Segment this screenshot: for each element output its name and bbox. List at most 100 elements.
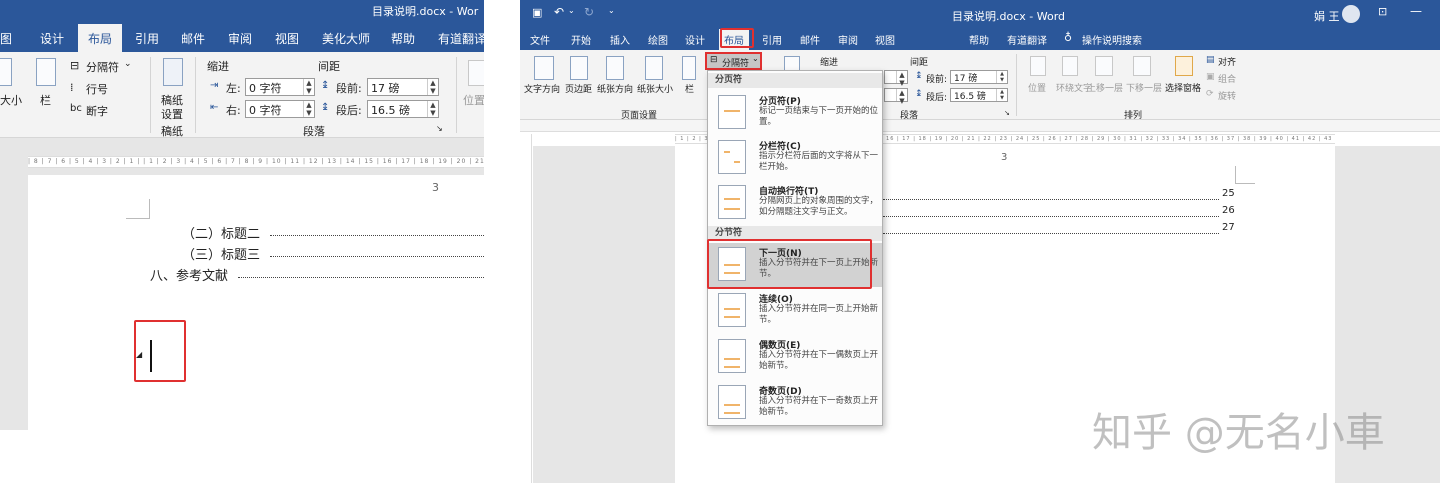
spacing-after-input[interactable]: 16.5 磅 ▲ ▼ xyxy=(367,100,439,118)
menu-item-text-wrapping-break[interactable]: 自动换行符(T) 分隔网页上的对象周围的文字，如分隔题注文字与正文。 xyxy=(708,181,882,225)
ribbon-display-icon[interactable]: ⊡ xyxy=(1378,5,1387,18)
tab-draw[interactable]: 图 xyxy=(0,30,12,47)
send-backward-icon xyxy=(1133,56,1151,76)
tab-review[interactable]: 审阅 xyxy=(838,32,858,47)
send-backward-button[interactable]: 下移一层 xyxy=(1126,81,1162,94)
spin-arrows-icon[interactable]: ▲ ▼ xyxy=(996,71,1007,83)
align-button[interactable]: 对齐 xyxy=(1218,55,1236,68)
minimize-icon[interactable]: — xyxy=(1410,4,1422,18)
page-number: 3 xyxy=(432,181,439,194)
indent-left-input[interactable]: 0 字符 ▲ ▼ xyxy=(245,78,315,96)
save-icon[interactable]: ▣ xyxy=(532,6,542,19)
tab-design[interactable]: 设计 xyxy=(685,32,705,47)
spin-arrows-icon[interactable]: ▲ ▼ xyxy=(996,89,1007,101)
spacing-before-input[interactable]: 17 磅 ▲ ▼ xyxy=(367,78,439,96)
spin-arrows-icon[interactable]: ▲ ▼ xyxy=(896,71,907,87)
size-button[interactable]: 大小 xyxy=(0,92,22,108)
menu-item-column-break[interactable]: 分栏符(C) 指示分栏符后面的文字将从下一栏开始。 xyxy=(708,136,882,180)
hyphenation-button[interactable]: 断字 xyxy=(86,103,108,119)
navigation-strip xyxy=(520,120,1440,132)
spin-arrows-icon[interactable]: ▲ ▼ xyxy=(303,101,314,117)
tab-home[interactable]: 开始 xyxy=(571,32,591,47)
tab-mailings[interactable]: 邮件 xyxy=(800,32,820,47)
columns-button[interactable]: 栏 xyxy=(40,92,51,108)
tab-youdao[interactable]: 有道翻译 xyxy=(1007,32,1047,47)
menu-item-even-page[interactable]: 偶数页(E) 插入分节符并在下一偶数页上开始新节。 xyxy=(708,335,882,379)
customize-qat-icon[interactable]: ⌄ xyxy=(608,6,615,15)
tab-references[interactable]: 引用 xyxy=(135,30,159,47)
highlight-box xyxy=(707,239,872,289)
breaks-button[interactable]: 分隔符 xyxy=(86,59,119,75)
tab-beautify[interactable]: 美化大师 xyxy=(322,30,370,47)
tab-file[interactable]: 文件 xyxy=(530,32,550,47)
menu-item-continuous[interactable]: 连续(O) 插入分节符并在同一页上开始新节。 xyxy=(708,289,882,333)
toc-leader xyxy=(270,256,484,257)
text-wrapping-break-icon xyxy=(718,185,746,219)
spacing-after-input[interactable]: 16.5 磅 ▲ ▼ xyxy=(950,88,1008,102)
line-numbers-button[interactable]: 行号 xyxy=(86,81,108,97)
spin-arrows-icon[interactable]: ▲ ▼ xyxy=(427,79,438,95)
tab-mailings[interactable]: 邮件 xyxy=(181,30,205,47)
tab-help[interactable]: 帮助 xyxy=(969,32,989,47)
tab-help[interactable]: 帮助 xyxy=(391,30,415,47)
undo-icon[interactable]: ↶ xyxy=(554,5,564,19)
spacing-after-label: 段后: xyxy=(926,93,948,103)
group-button[interactable]: 组合 xyxy=(1218,72,1236,85)
indent-left-input[interactable]: ▲ ▼ xyxy=(884,70,908,87)
ribbon-layout: 大小 栏 ⊟ 分隔符 ⌄ ⁞ 行号 bc 断字 稿纸 设置 稿纸 缩进 间距 ⇥… xyxy=(0,52,484,138)
spin-arrows-icon[interactable]: ▲ ▼ xyxy=(427,101,438,117)
hyphenation-icon: bc xyxy=(70,103,82,114)
rotate-button[interactable]: 旋转 xyxy=(1218,89,1236,102)
tab-review[interactable]: 审阅 xyxy=(228,30,252,47)
spacing-before-input[interactable]: 17 磅 ▲ ▼ xyxy=(950,70,1008,84)
line-numbers-icon: ⁞ xyxy=(70,81,74,94)
tab-view[interactable]: 视图 xyxy=(275,30,299,47)
tab-layout[interactable]: 布局 xyxy=(78,24,123,55)
user-name[interactable]: 娟 王 xyxy=(1314,8,1340,24)
breaks-button[interactable]: ⊟ 分隔符 ⌄ xyxy=(705,52,762,70)
odd-page-icon xyxy=(718,385,746,419)
lightbulb-icon: ♁ xyxy=(1064,31,1073,44)
draft-paper-button-line2[interactable]: 设置 xyxy=(161,106,183,122)
text-direction-button[interactable]: 文字方向 xyxy=(524,82,560,95)
indent-right-input[interactable]: 0 字符 ▲ ▼ xyxy=(245,100,315,118)
ribbon-tabs: 文件 开始 插入 绘图 设计 布局 引用 邮件 审阅 视图 帮助 有道翻译 ♁ … xyxy=(520,28,1440,51)
position-icon xyxy=(1030,56,1046,76)
toc-page-number: 25 xyxy=(1222,188,1235,199)
tab-design[interactable]: 设计 xyxy=(40,30,64,47)
bring-forward-button[interactable]: 上移一层 xyxy=(1087,81,1123,94)
redo-icon[interactable]: ↻ xyxy=(584,5,594,19)
orientation-button[interactable]: 纸张方向 xyxy=(597,82,633,95)
menu-item-odd-page[interactable]: 奇数页(D) 插入分节符并在下一奇数页上开始新节。 xyxy=(708,381,882,425)
document-page[interactable]: 3 （二）标题二 （三）标题三 八、参考文献 ◢ xyxy=(28,175,484,430)
avatar[interactable] xyxy=(1342,5,1360,23)
columns-icon xyxy=(682,56,696,80)
paper-size-button[interactable]: 纸张大小 xyxy=(637,82,673,95)
selection-pane-button[interactable]: 选择窗格 xyxy=(1165,81,1201,94)
margins-button[interactable]: 页边距 xyxy=(565,82,592,95)
menu-item-page-break[interactable]: 分页符(P) 标记一页结束与下一页开始的位置。 xyxy=(708,91,882,135)
breaks-icon: ⊟ xyxy=(710,55,718,65)
columns-button[interactable]: 栏 xyxy=(685,82,694,95)
tell-me-search[interactable]: 操作说明搜索 xyxy=(1082,32,1142,47)
tab-youdao[interactable]: 有道翻译 xyxy=(438,30,484,47)
vertical-ruler[interactable] xyxy=(520,134,532,483)
margin-corner-mark xyxy=(1235,166,1255,184)
tab-insert[interactable]: 插入 xyxy=(610,32,630,47)
tab-view[interactable]: 视图 xyxy=(875,32,895,47)
position-button[interactable]: 位置 xyxy=(1028,81,1046,94)
spacing-before-icon: ↨ xyxy=(321,80,330,91)
horizontal-ruler[interactable]: | 8 | 7 | 6 | 5 | 4 | 3 | 2 | 1 | | 1 | … xyxy=(28,156,484,168)
indent-header: 缩进 xyxy=(207,60,229,73)
toc-entry: 八、参考文献 xyxy=(150,269,229,284)
position-button[interactable]: 位置 xyxy=(463,92,484,108)
indent-right-input[interactable]: ▲ ▼ xyxy=(884,88,908,105)
dialog-launcher-icon[interactable]: ↘ xyxy=(436,124,443,133)
align-icon: ▤ xyxy=(1206,55,1215,65)
spin-arrows-icon[interactable]: ▲ ▼ xyxy=(303,79,314,95)
spin-arrows-icon[interactable]: ▲ ▼ xyxy=(896,89,907,105)
chevron-down-icon[interactable]: ⌄ xyxy=(568,6,575,15)
tab-references[interactable]: 引用 xyxy=(762,32,782,47)
dialog-launcher-icon[interactable]: ↘ xyxy=(1004,109,1010,117)
tab-draw[interactable]: 绘图 xyxy=(648,32,668,47)
